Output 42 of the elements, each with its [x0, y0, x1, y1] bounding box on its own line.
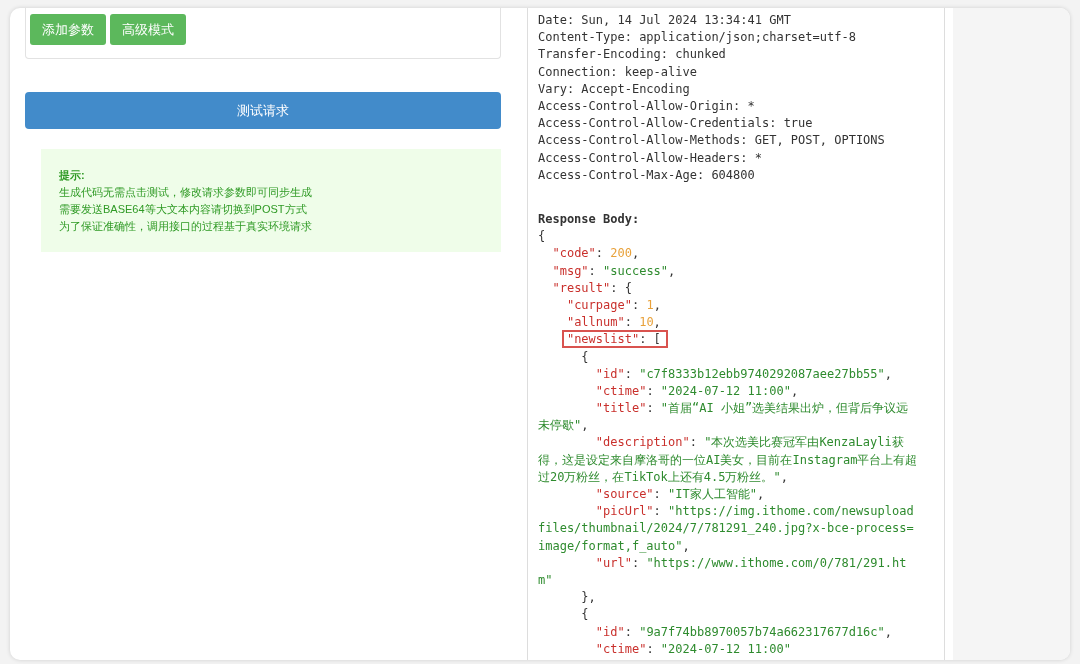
code-line: "code": 200,	[552, 246, 640, 261]
hint-title: 提示:	[59, 168, 85, 183]
code-line: "id": "c7f8333b12ebb9740292087aee27bb55",	[595, 366, 893, 381]
code-line: files/thumbnail/2024/7/781291_240.jpg?x-bce-process=	[538, 521, 914, 536]
header-line: Access-Control-Allow-Headers: *	[538, 149, 762, 167]
header-line: Access-Control-Allow-Methods: GET, POST, OPTIONS	[538, 132, 885, 150]
code-line: "result": {	[552, 280, 632, 295]
code-line: {	[538, 229, 546, 244]
header-line: Access-Control-Allow-Origin: *	[538, 98, 755, 115]
code-line: 过20万粉丝，在TikTok上还有4.5万粉丝。",	[538, 469, 788, 484]
code-line: "ctime": "2024-07-12 11:00"	[595, 641, 791, 656]
header-line: Access-Control-Max-Age: 604800	[538, 166, 755, 184]
code-line: image/format,f_auto",	[538, 538, 690, 553]
params-button[interactable]: 添加参数	[30, 14, 106, 45]
params-button[interactable]: 高级模式	[110, 14, 186, 45]
code-line: m"	[538, 573, 553, 587]
hint-text: 生成代码无需点击测试，修改请求参数即可同步生成	[59, 185, 312, 200]
header-line: Access-Control-Allow-Credentials: true	[538, 115, 813, 133]
header-line: Date: Sun, 14 Jul 2024 13:34:41 GMT	[538, 12, 791, 29]
code-line: "url": "https://www.ithome.com/0/781/291.ht	[595, 555, 907, 570]
hint-text: 需要发送BASE64等大文本内容请切换到POST方式	[59, 202, 307, 217]
header-line: Transfer-Encoding: chunked	[538, 46, 726, 64]
test-request-button[interactable]: 测试请求	[25, 92, 501, 129]
code-line: "msg": "success",	[552, 263, 676, 278]
code-line: "id": "9a7f74bb8970057b74a662317677d16c",	[595, 624, 893, 639]
header-line: Content-Type: application/json;charset=utf-8	[538, 29, 856, 47]
code-line: 未停歇",	[538, 418, 589, 433]
code-line: "source": "IT家人工智能",	[595, 487, 765, 502]
header-line: Connection: keep-alive	[538, 63, 697, 81]
hint-text: 为了保证准确性，调用接口的过程基于真实环境请求	[59, 219, 312, 234]
code-line: {	[581, 607, 589, 622]
code-line: "picUrl": "https://img.ithome.com/newsupload	[595, 504, 914, 519]
code-line: "title": "首届“AI 小姐”选美结果出炉，但背后争议远	[595, 401, 909, 416]
code-line: "description": "本次选美比赛冠军由KenzaLayli获	[595, 435, 904, 450]
code-line: {	[581, 349, 589, 364]
response-body-label: Response Body:	[538, 211, 640, 229]
code-line: 得，这是设定来自摩洛哥的一位AI美女，目前在Instagram平台上有超	[538, 452, 918, 467]
code-line: "allnum": 10,	[566, 315, 661, 330]
header-line: Vary: Accept-Encoding	[538, 80, 690, 98]
code-line: "ctime": "2024-07-12 11:00",	[595, 383, 799, 398]
code-line: },	[581, 590, 596, 605]
code-line: "curpage": 1,	[566, 298, 661, 312]
